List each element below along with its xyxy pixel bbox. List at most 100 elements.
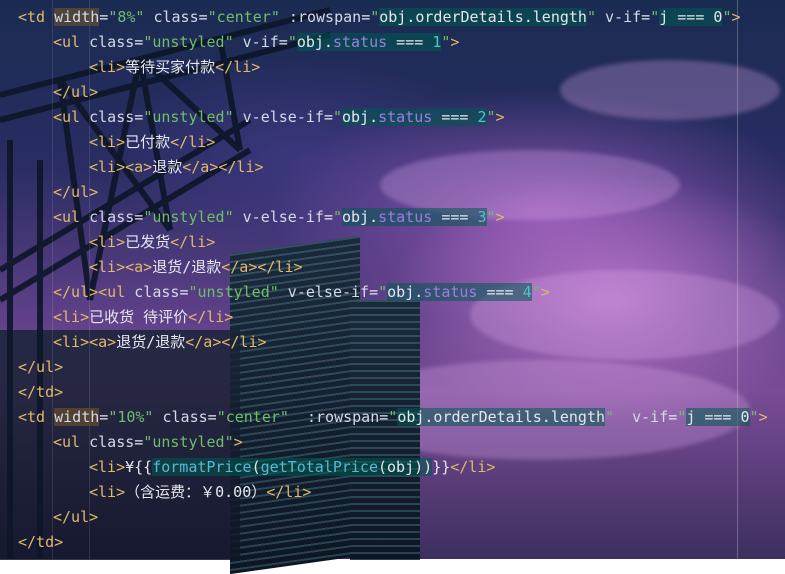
code-token: <td (18, 408, 46, 426)
code-line[interactable]: </ul> (0, 180, 785, 205)
code-line[interactable]: <td width="8%" class="center" :rowspan="… (0, 5, 785, 30)
code-line[interactable]: <li>¥{{formatPrice(getTotalPrice(obj))}}… (0, 455, 785, 480)
code-token: "unstyled" (143, 33, 234, 51)
code-token: width (54, 408, 100, 426)
code-line[interactable]: <ul class="unstyled" v-if="obj.status ==… (0, 30, 785, 55)
code-token: > (233, 433, 243, 451)
code-token: </ul><ul (53, 283, 126, 301)
code-token: > (495, 208, 505, 226)
code-token: 已付款 (125, 133, 171, 151)
code-token: = (198, 8, 208, 26)
code-token: > (540, 283, 550, 301)
code-token: </ul> (53, 183, 99, 201)
code-token: = (379, 408, 389, 426)
code-token: <li> (53, 308, 90, 326)
code-token: " (605, 408, 615, 426)
code-token: （含运费：￥0.00） (125, 483, 267, 501)
code-token: > (495, 108, 505, 126)
code-token: v-if (596, 8, 642, 26)
code-token: </li> (188, 308, 234, 326)
code-line[interactable]: </td> (0, 530, 785, 555)
code-token: </li> (215, 58, 261, 76)
code-token: " (370, 8, 380, 26)
code-line[interactable]: </ul> (0, 80, 785, 105)
code-line[interactable]: </td> (0, 380, 785, 405)
code-token: width (54, 8, 100, 26)
code-token: v-if (614, 408, 669, 426)
code-token: </a></li> (185, 333, 267, 351)
code-token: " (486, 208, 496, 226)
code-token: </ul> (18, 358, 64, 376)
code-token: status (423, 283, 478, 301)
code-token: = (323, 108, 333, 126)
code-line[interactable]: <td width="10%" class="center" :rowspan=… (0, 405, 785, 430)
code-editor[interactable]: <td width="8%" class="center" :rowspan="… (0, 5, 785, 555)
code-line[interactable]: <li>已发货</li> (0, 230, 785, 255)
code-token: 已收货 待评价 (89, 308, 189, 326)
code-token: = (668, 408, 678, 426)
code-token: class (80, 33, 135, 51)
code-token: </td> (18, 383, 64, 401)
code-token: </li> (170, 133, 216, 151)
code-token: "center" (216, 408, 289, 426)
code-line[interactable]: <li>已付款</li> (0, 130, 785, 155)
code-token: 已发货 (125, 233, 171, 251)
code-token: class (144, 8, 199, 26)
code-token: " (378, 283, 388, 301)
code-token: </li> (170, 233, 216, 251)
code-line[interactable]: <li><a>退款</a></li> (0, 155, 785, 180)
code-token: = (369, 283, 379, 301)
code-line[interactable]: </ul> (0, 505, 785, 530)
code-token: 退货/退款 (152, 258, 222, 276)
code-token: (obj)) (378, 458, 433, 476)
code-token: </ul> (53, 508, 99, 526)
code-token: === (477, 283, 523, 301)
code-line[interactable]: <li>已收货 待评价</li> (0, 305, 785, 330)
code-token: <li><a> (89, 258, 153, 276)
code-token: class (80, 433, 135, 451)
code-token: " (677, 408, 687, 426)
code-line[interactable]: </ul><ul class="unstyled" v-else-if="obj… (0, 280, 785, 305)
code-token: <ul (53, 433, 81, 451)
code-token: > (450, 33, 460, 51)
code-token: === (432, 208, 478, 226)
code-token: = (361, 8, 371, 26)
code-line[interactable]: <li><a>退货/退款</a></li> (0, 330, 785, 355)
code-token: </a></li> (182, 158, 264, 176)
code-line[interactable]: <ul class="unstyled" v-else-if="obj.stat… (0, 205, 785, 230)
code-token: " (531, 283, 541, 301)
code-line[interactable]: <li>（含运费：￥0.00）</li> (0, 480, 785, 505)
code-token: obj. (387, 283, 424, 301)
code-line[interactable]: </ul> (0, 355, 785, 380)
code-line[interactable]: <ul class="unstyled" v-else-if="obj.stat… (0, 105, 785, 130)
code-token: <li><a> (89, 158, 153, 176)
code-token: status (378, 108, 433, 126)
code-token: </li> (266, 483, 312, 501)
code-token: }} (432, 458, 451, 476)
code-token: "unstyled" (143, 108, 234, 126)
code-token: <li> (89, 58, 126, 76)
code-token: "unstyled" (143, 433, 234, 451)
code-token: > (731, 8, 741, 26)
code-token: "8%" (108, 8, 145, 26)
code-token: === (387, 33, 433, 51)
code-token: = (99, 8, 109, 26)
code-line[interactable]: <li>等待买家付款</li> (0, 55, 785, 80)
code-token: :rowspan (288, 408, 380, 426)
code-token: v-if (233, 33, 279, 51)
code-token: status (378, 208, 433, 226)
code-token: = (278, 33, 288, 51)
code-token: 3 (477, 208, 487, 226)
code-token: formatPrice (152, 458, 252, 476)
code-token: === (432, 108, 478, 126)
code-token: " (749, 408, 759, 426)
code-token: 2 (477, 108, 487, 126)
code-token: <li> (89, 233, 126, 251)
code-token: = (207, 408, 217, 426)
code-token: 退款 (152, 158, 183, 176)
code-line[interactable]: <li><a>退货/退款</a></li> (0, 255, 785, 280)
code-line[interactable]: <ul class="unstyled"> (0, 430, 785, 455)
code-token: " (287, 33, 297, 51)
